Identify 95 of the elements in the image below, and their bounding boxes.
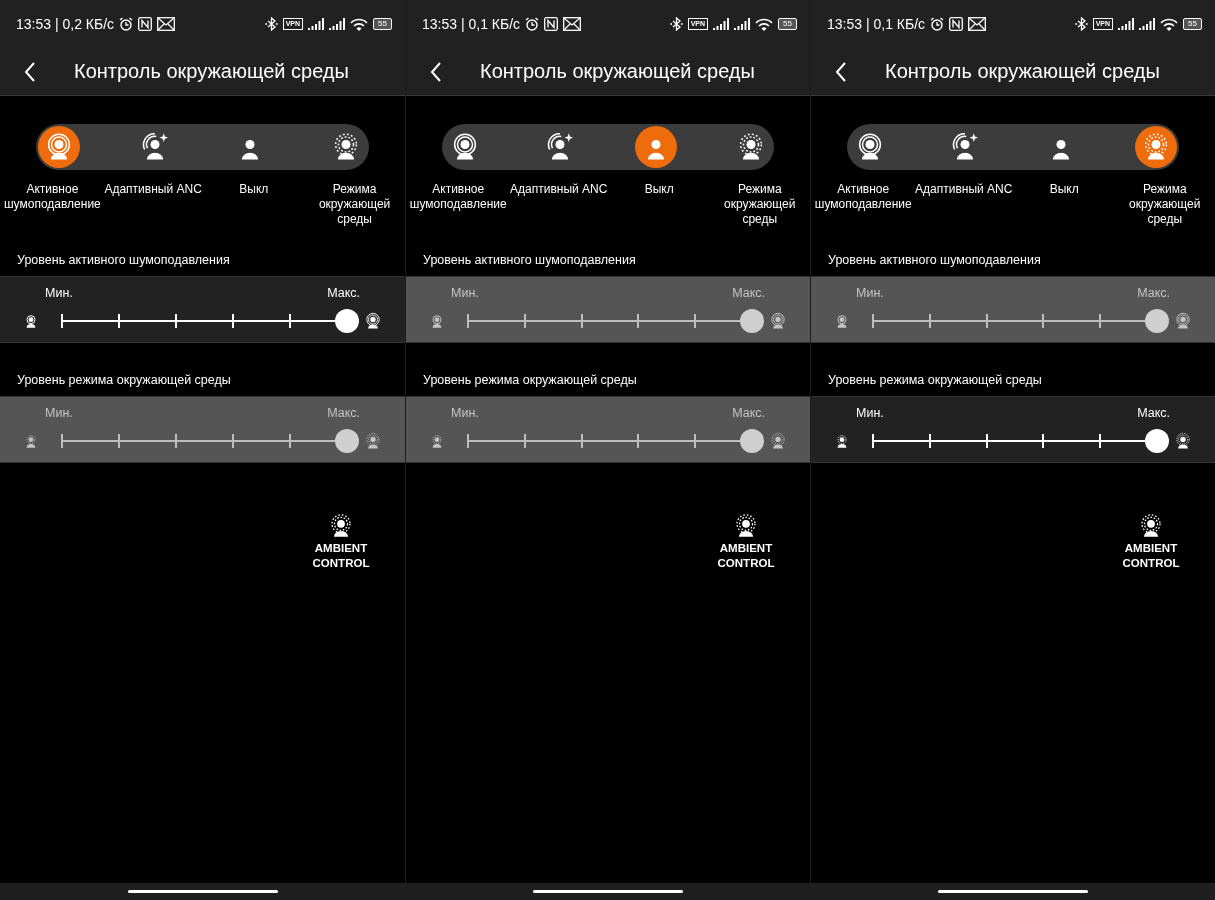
status-time: 13:53 | 0,2 КБ/с bbox=[16, 16, 115, 32]
status-time: 13:53 | 0,1 КБ/с bbox=[827, 16, 926, 32]
max-label: Макс. bbox=[732, 406, 765, 420]
person-dotted-ring-icon bbox=[429, 433, 445, 449]
section-title: Уровень режима окружающей среды bbox=[828, 373, 1043, 387]
signal-icon bbox=[734, 18, 751, 30]
mode-label: Адаптивный ANC bbox=[915, 182, 1013, 198]
min-label: Мин. bbox=[45, 406, 73, 420]
mode-button[interactable] bbox=[38, 126, 80, 168]
slider[interactable] bbox=[468, 429, 764, 453]
person-rings-icon bbox=[769, 312, 787, 330]
logo-text: AMBIENT CONTROL bbox=[311, 541, 371, 571]
slider-thumb[interactable] bbox=[335, 309, 359, 333]
screen-title: Контроль окружающей среды bbox=[480, 60, 755, 83]
max-label: Макс. bbox=[1137, 286, 1170, 300]
status-time: 13:53 | 0,1 КБ/с bbox=[422, 16, 521, 32]
wifi-icon bbox=[755, 17, 774, 31]
mode-label: Активное шумоподавление bbox=[3, 182, 102, 213]
screen-title: Контроль окружающей среды bbox=[74, 60, 349, 83]
slider-thumb[interactable] bbox=[740, 429, 764, 453]
logo-text: AMBIENT CONTROL bbox=[716, 541, 776, 571]
max-label: Макс. bbox=[732, 286, 765, 300]
mode-label: Активное шумоподавление bbox=[408, 182, 508, 213]
battery-indicator: 55 bbox=[1183, 18, 1202, 30]
slider[interactable] bbox=[468, 309, 764, 333]
mode-button[interactable] bbox=[1135, 126, 1177, 168]
min-label: Мин. bbox=[856, 286, 884, 300]
signal-icon bbox=[713, 18, 730, 30]
mail-icon bbox=[157, 17, 176, 31]
max-label: Макс. bbox=[1137, 406, 1170, 420]
mode-label: Выкл bbox=[644, 182, 674, 198]
person-sparkle-icon bbox=[950, 132, 981, 162]
person-dotted-ring-icon bbox=[23, 433, 39, 449]
min-label: Мин. bbox=[451, 286, 479, 300]
screen-title: Контроль окружающей среды bbox=[885, 60, 1160, 83]
mode-label: Активное шумоподавление bbox=[813, 182, 913, 213]
mode-label: Адаптивный ANC bbox=[104, 182, 202, 198]
nfc-icon bbox=[949, 17, 964, 31]
person-rings-icon bbox=[1174, 312, 1192, 330]
nfc-icon bbox=[138, 17, 153, 31]
battery-indicator: 55 bbox=[778, 18, 797, 30]
alarm-icon bbox=[525, 17, 540, 31]
person-dotted-rings-icon bbox=[1138, 513, 1164, 539]
min-label: Мин. bbox=[856, 406, 884, 420]
slider-thumb[interactable] bbox=[1145, 429, 1169, 453]
section-title: Уровень активного шумоподавления bbox=[423, 253, 637, 267]
mail-icon bbox=[968, 17, 987, 31]
slider-thumb[interactable] bbox=[1145, 309, 1169, 333]
slider[interactable] bbox=[62, 429, 359, 453]
slider[interactable] bbox=[873, 309, 1169, 333]
mode-label: Режима окружающей среды bbox=[1128, 182, 1202, 227]
bluetooth-icon bbox=[264, 17, 278, 31]
person-rings-icon bbox=[364, 312, 382, 330]
person-ring-icon bbox=[834, 313, 850, 329]
section-title: Уровень активного шумоподавления bbox=[17, 253, 231, 267]
wifi-icon bbox=[350, 17, 369, 31]
alarm-icon bbox=[930, 17, 945, 31]
bluetooth-icon bbox=[1074, 17, 1088, 31]
nfc-icon bbox=[544, 17, 559, 31]
person-dotted-rings-icon bbox=[769, 432, 787, 450]
person-dotted-rings-icon bbox=[733, 513, 759, 539]
mode-label: Режима окружающей среды bbox=[317, 182, 392, 227]
mode-button[interactable] bbox=[634, 126, 677, 168]
person-dotted-ring-icon bbox=[834, 433, 850, 449]
section-title: Уровень активного шумоподавления bbox=[828, 253, 1042, 267]
mode-label: Режима окружающей среды bbox=[723, 182, 797, 227]
person-sparkle-icon bbox=[545, 132, 576, 162]
person-dotted-rings-icon bbox=[1174, 432, 1192, 450]
slider[interactable] bbox=[873, 429, 1169, 453]
min-label: Мин. bbox=[451, 406, 479, 420]
person-dotted-rings-icon bbox=[328, 513, 354, 539]
mode-label: Выкл bbox=[1049, 182, 1079, 198]
person-ring-icon bbox=[429, 313, 445, 329]
alarm-icon bbox=[119, 17, 134, 31]
signal-icon bbox=[1139, 18, 1156, 30]
signal-icon bbox=[308, 18, 325, 30]
logo-text: AMBIENT CONTROL bbox=[1121, 541, 1181, 571]
signal-icon bbox=[1118, 18, 1135, 30]
battery-indicator: 55 bbox=[373, 18, 392, 30]
mode-label: Адаптивный ANC bbox=[510, 182, 608, 198]
mail-icon bbox=[563, 17, 582, 31]
max-label: Макс. bbox=[327, 286, 360, 300]
max-label: Макс. bbox=[327, 406, 360, 420]
wifi-icon bbox=[1160, 17, 1179, 31]
section-title: Уровень режима окружающей среды bbox=[423, 373, 638, 387]
person-ring-icon bbox=[23, 313, 39, 329]
bluetooth-icon bbox=[669, 17, 683, 31]
min-label: Мин. bbox=[45, 286, 73, 300]
person-dotted-rings-icon bbox=[364, 432, 382, 450]
slider-thumb[interactable] bbox=[335, 429, 359, 453]
slider[interactable] bbox=[62, 309, 359, 333]
slider-thumb[interactable] bbox=[740, 309, 764, 333]
mode-label: Выкл bbox=[239, 182, 269, 198]
signal-icon bbox=[329, 18, 346, 30]
section-title: Уровень режима окружающей среды bbox=[17, 373, 232, 387]
